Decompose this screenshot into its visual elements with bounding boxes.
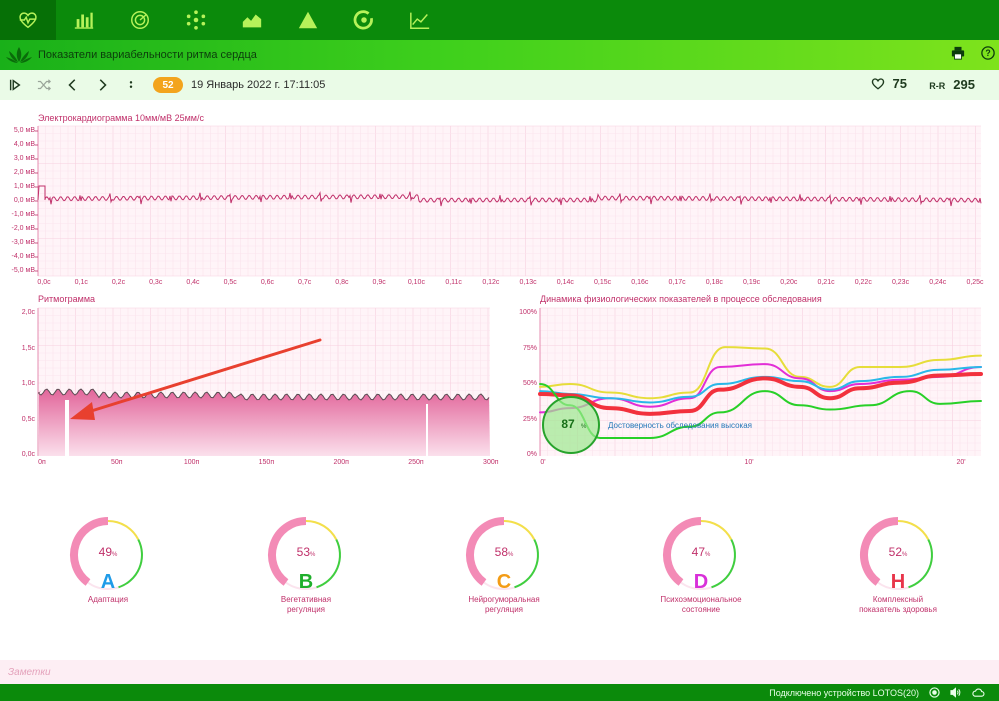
gauge-caption-line: Адаптация [87,595,129,604]
gauge-caption: Адаптация [48,595,168,605]
notes-field[interactable]: Заметки [0,660,999,684]
gauge-caption-line: регуляция [286,605,326,614]
gauge-value-number: 52 [888,545,902,559]
gauge-value-number: 49 [98,545,112,559]
gauge-c[interactable]: 58% C [464,515,544,635]
gauge-letter: C [496,571,512,593]
gauge-value-unit: % [508,552,514,558]
gauge-value: 53% [266,545,346,559]
connection-status: Подключено устройство LOTOS(20) [769,687,919,698]
gauge-value-number: 53 [296,545,310,559]
volume-icon[interactable] [950,687,961,698]
gauge-yellow-zone [107,520,140,541]
gauge-value: 47% [661,545,741,559]
gauge-caption: Комплексный показатель здоровья [838,595,958,615]
gauge-value-unit: % [902,552,908,558]
gauge-caption-line: Нейрогуморальная [468,595,540,604]
gauge-b[interactable]: 53% B [266,515,346,635]
gauge-caption: Психоэмоциональное состояние [641,595,761,615]
gauge-value-unit: % [705,552,711,558]
status-bar: Подключено устройство LOTOS(20) [0,684,999,701]
gauge-value-number: 47 [691,545,705,559]
gauge-caption-line: состояние [681,605,721,614]
gauge-value-number: 58 [494,545,508,559]
gauge-yellow-zone [700,520,733,541]
gauge-caption-line: регуляция [484,605,524,614]
gauge-caption-line: Комплексный [872,595,924,604]
gauge-value: 52% [858,545,938,559]
gauge-yellow-zone [897,520,930,541]
gauge-caption-line: показатель здоровья [859,605,937,614]
record-icon[interactable] [929,687,940,698]
gauge-value-unit: % [310,552,316,558]
gauge-letter: B [298,571,314,593]
gauge-caption-line: Психоэмоциональное [660,595,742,604]
gauge-letter: A [100,571,116,593]
app-window: Показатели вариабельности ритма сердца ?… [0,0,999,701]
gauge-a[interactable]: 49% A [68,515,148,635]
gauge-letter: D [693,571,709,593]
gauge-caption: Нейрогуморальная регуляция [444,595,564,615]
gauge-value-unit: % [112,552,118,558]
gauge-caption-line: Вегетативная [280,595,332,604]
gauge-value: 58% [464,545,544,559]
gauge-caption: Вегетативная регуляция [246,595,366,615]
gauge-yellow-zone [305,520,338,541]
cloud-icon[interactable] [971,687,985,698]
gauge-d[interactable]: 47% D [661,515,741,635]
gauge-value: 49% [68,545,148,559]
gauge-letter: H [890,571,906,593]
gauge-h[interactable]: 52% H [858,515,938,635]
gauge-yellow-zone [503,520,536,541]
notes-placeholder: Заметки [8,666,51,678]
